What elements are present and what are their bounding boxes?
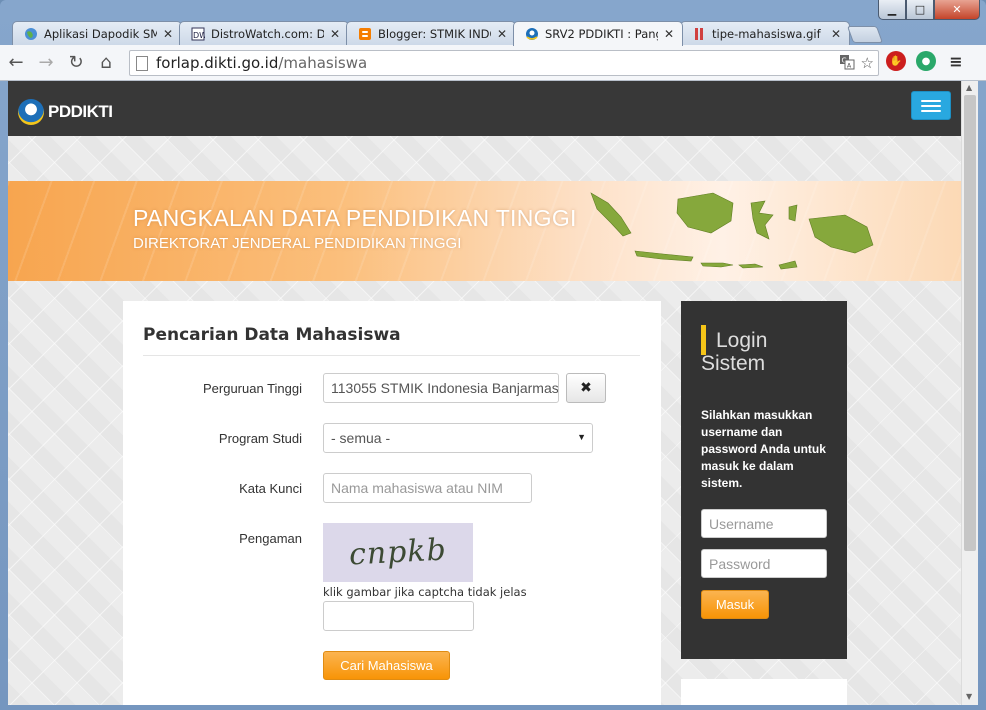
scrollbar[interactable]: ▲ ▼ <box>961 81 978 705</box>
tut-wuri-logo-icon <box>18 99 44 125</box>
tab-dapodik[interactable]: Aplikasi Dapodik SM ✕ <box>12 21 182 45</box>
url-host: forlap.dikti.go.id <box>156 54 279 72</box>
perguruan-tinggi-input[interactable]: 113055 STMIK Indonesia Banjarmasin <box>323 373 559 403</box>
home-button[interactable]: ⌂ <box>92 49 120 77</box>
close-icon[interactable]: ✕ <box>161 27 175 41</box>
login-description: Silahkan masukkan username dan password … <box>701 408 826 490</box>
extension-icons: ✋ ● ≡ <box>886 51 966 71</box>
search-title: Pencarian Data Mahasiswa <box>143 325 401 345</box>
tab-title: DistroWatch.com: De <box>211 26 324 41</box>
captcha-input[interactable] <box>323 601 474 631</box>
close-window-button[interactable]: ✕ <box>934 0 980 20</box>
browser-window: ▁ □ ✕ Aplikasi Dapodik SM ✕ DW DistroWat… <box>0 0 986 710</box>
image-icon <box>691 26 707 42</box>
scroll-up-icon[interactable]: ▲ <box>966 83 972 92</box>
close-icon[interactable]: ✕ <box>829 27 843 41</box>
tab-strip: Aplikasi Dapodik SM ✕ DW DistroWatch.com… <box>12 21 892 46</box>
search-panel: Pencarian Data Mahasiswa Perguruan Tingg… <box>123 301 661 705</box>
browser-toolbar: ← → ↻ ⌂ forlap.dikti.go.id/mahasiswa GA … <box>0 45 986 81</box>
program-studi-select[interactable]: - semua - ▼ <box>323 423 593 453</box>
clear-button[interactable]: ✖ <box>566 373 606 403</box>
star-bookmark-icon[interactable]: ☆ <box>861 54 874 74</box>
minimize-button[interactable]: ▁ <box>878 0 906 20</box>
distrowatch-icon: DW <box>190 26 206 42</box>
tab-blogger[interactable]: Blogger: STMIK INDO ✕ <box>346 21 516 45</box>
scroll-down-icon[interactable]: ▼ <box>966 692 972 701</box>
globe-icon <box>23 26 39 42</box>
translate-icon[interactable]: GA <box>839 54 855 74</box>
captcha-image[interactable]: cnpkb <box>323 523 473 582</box>
page-icon <box>136 55 148 71</box>
password-input[interactable]: Password <box>701 549 827 578</box>
back-button[interactable]: ← <box>2 49 30 77</box>
address-bar[interactable]: forlap.dikti.go.id/mahasiswa GA ☆ <box>129 50 879 76</box>
page-viewport: PDDIKTI PANGKALAN DATA PENDIDIKAN TINGGI… <box>8 81 961 705</box>
tab-title: SRV2 PDDIKTI : Pang <box>545 27 658 41</box>
tab-pddikti[interactable]: SRV2 PDDIKTI : Pang ✕ <box>513 21 683 46</box>
close-icon[interactable]: ✕ <box>662 27 676 41</box>
captcha-hint: klik gambar jika captcha tidak jelas <box>323 585 527 599</box>
hero-banner: PANGKALAN DATA PENDIDIKAN TINGGI DIREKTO… <box>8 181 961 281</box>
tab-distrowatch[interactable]: DW DistroWatch.com: De ✕ <box>179 21 349 45</box>
tab-image[interactable]: tipe-mahasiswa.gif (3 ✕ <box>680 21 850 45</box>
svg-text:DW: DW <box>193 31 205 40</box>
reload-button[interactable]: ↻ <box>62 49 90 77</box>
side-box <box>681 679 847 705</box>
hamburger-bar <box>921 99 941 102</box>
tab-title: tipe-mahasiswa.gif (3 <box>712 26 825 41</box>
close-icon: ✖ <box>580 380 592 396</box>
scroll-thumb[interactable] <box>964 95 976 551</box>
chevron-down-icon: ▼ <box>577 432 586 442</box>
kata-kunci-input[interactable]: Nama mahasiswa atau NIM <box>323 473 532 503</box>
maximize-button[interactable]: □ <box>906 0 934 20</box>
captcha-text: cnpkb <box>348 532 448 573</box>
tab-title: Aplikasi Dapodik SM <box>44 26 157 41</box>
login-title: Login Sistem <box>701 329 768 375</box>
hamburger-bar <box>921 109 941 112</box>
program-studi-value: - semua - <box>331 430 391 446</box>
search-submit-button[interactable]: Cari Mahasiswa <box>323 651 450 680</box>
url-path: /mahasiswa <box>278 54 368 72</box>
divider <box>143 355 640 356</box>
username-input[interactable]: Username <box>701 509 827 538</box>
pddikti-icon <box>524 26 540 42</box>
login-panel: Login Sistem Silahkan masukkan username … <box>681 301 847 659</box>
indonesia-map-icon <box>590 192 874 270</box>
site-navbar: PDDIKTI <box>8 81 961 136</box>
omnibox-actions: GA ☆ <box>839 54 874 74</box>
label-kata-kunci: Kata Kunci <box>239 481 302 496</box>
label-program-studi: Program Studi <box>218 431 302 446</box>
new-tab-button[interactable] <box>846 26 884 43</box>
nav-toggle-button[interactable] <box>911 91 951 120</box>
blogger-icon <box>357 26 373 42</box>
close-icon[interactable]: ✕ <box>495 27 509 41</box>
close-icon[interactable]: ✕ <box>328 27 342 41</box>
banner-title: PANGKALAN DATA PENDIDIKAN TINGGI <box>133 205 577 231</box>
eye-extension-icon[interactable]: ● <box>916 51 936 71</box>
window-controls: ▁ □ ✕ <box>878 0 980 20</box>
adblock-icon[interactable]: ✋ <box>886 51 906 71</box>
hamburger-bar <box>921 104 941 107</box>
forward-button[interactable]: → <box>32 49 60 77</box>
label-perguruan-tinggi: Perguruan Tinggi <box>202 381 302 396</box>
brand-text: PDDIKTI <box>48 102 113 121</box>
banner-subtitle: DIREKTORAT JENDERAL PENDIDIKAN TINGGI <box>133 235 462 252</box>
login-button[interactable]: Masuk <box>701 590 769 619</box>
label-pengaman: Pengaman <box>239 531 302 546</box>
menu-icon[interactable]: ≡ <box>946 51 966 71</box>
brand[interactable]: PDDIKTI <box>18 99 113 125</box>
tab-title: Blogger: STMIK INDO <box>378 26 491 41</box>
